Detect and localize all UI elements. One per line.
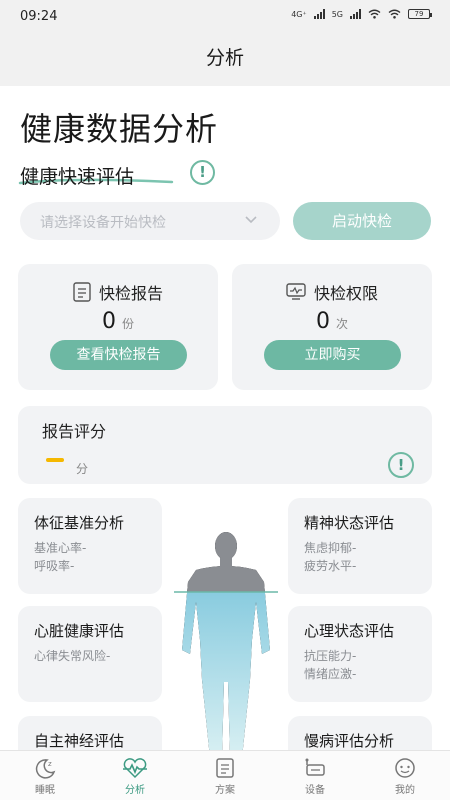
battery-icon: 79 (408, 9, 432, 19)
tab-label: 睡眠 (35, 785, 55, 796)
eval-title: 慢病评估分析 (304, 732, 395, 750)
status-bar: 09:24 4G⁺ 5G 79 (0, 0, 450, 34)
wifi-icon-2 (388, 9, 401, 19)
device-select-placeholder: 请选择设备开始快检 (40, 215, 166, 231)
status-time: 09:24 (20, 9, 58, 24)
eval-title: 心理状态评估 (304, 622, 395, 640)
nav-bar: 分析 (0, 34, 450, 86)
eval-title: 自主神经评估 (34, 732, 125, 750)
tab-device[interactable]: 设备 (270, 751, 360, 800)
quick-eval-title: 健康快速评估 (20, 166, 135, 188)
eval-card-heart-health[interactable]: 心脏健康评估 心律失常风险- (18, 606, 162, 702)
quick-permission-header: 快检权限 (232, 280, 432, 304)
eval-line: 基准心率- (34, 541, 87, 555)
moon-icon: z (35, 759, 56, 779)
eval-title: 心脏健康评估 (34, 622, 125, 640)
buy-now-button[interactable]: 立即购买 (264, 340, 401, 370)
eval-line: 呼吸率- (34, 559, 75, 573)
eval-title: 体征基准分析 (34, 514, 125, 532)
eval-card-psychological-state[interactable]: 心理状态评估 抗压能力- 情绪应激- (288, 606, 432, 702)
main-content[interactable]: 健康数据分析 健康快速评估 ! 请选择设备开始快检 启动快检 快检报告 0份 查… (0, 86, 450, 750)
heartbeat-icon (123, 758, 147, 779)
quick-permission-count: 0 (315, 309, 330, 334)
eval-card-chronic-disease[interactable]: 慢病评估分析 (288, 716, 432, 750)
tab-sleep[interactable]: z 睡眠 (0, 751, 90, 800)
eval-line: 焦虑抑郁- (304, 541, 357, 555)
network-4g-label: 4G⁺ (291, 9, 307, 19)
report-score-empty-dash (46, 458, 64, 462)
eval-card-vital-signs[interactable]: 体征基准分析 基准心率- 呼吸率- (18, 498, 162, 594)
tab-analysis[interactable]: 分析 (90, 751, 180, 800)
profile-icon (395, 758, 415, 778)
report-score-card: 报告评分 分 ! (18, 406, 432, 484)
wifi-icon (368, 9, 381, 19)
signal-icon (313, 9, 325, 19)
report-score-title: 报告评分 (42, 422, 107, 441)
tab-label: 我的 (395, 785, 415, 796)
eval-title: 精神状态评估 (304, 514, 395, 532)
quick-report-unit: 份 (121, 317, 134, 331)
start-quick-check-button[interactable]: 启动快检 (293, 202, 431, 240)
quick-permission-value-row: 0次 (232, 309, 432, 334)
tab-label: 方案 (215, 785, 235, 796)
tab-profile[interactable]: 我的 (360, 751, 450, 800)
status-icons: 4G⁺ 5G 79 (291, 9, 432, 19)
eval-card-autonomic-nerve[interactable]: 自主神经评估 (18, 716, 162, 750)
nav-title: 分析 (205, 47, 244, 69)
quick-report-count: 0 (101, 309, 116, 334)
signal-icon-2 (350, 9, 361, 19)
eval-line: 疲劳水平- (304, 559, 357, 573)
info-icon[interactable]: ! (388, 452, 414, 478)
quick-report-value-row: 0份 (18, 309, 218, 334)
quick-report-card: 快检报告 0份 查看快检报告 (18, 264, 218, 390)
view-report-button[interactable]: 查看快检报告 (50, 340, 187, 370)
report-score-unit: 分 (76, 462, 89, 476)
tab-label: 设备 (305, 785, 325, 796)
monitor-icon (286, 283, 306, 300)
info-icon[interactable]: ! (190, 160, 215, 185)
svg-text:z: z (48, 760, 52, 768)
tab-plan[interactable]: 方案 (180, 751, 270, 800)
quick-report-title: 快检报告 (98, 284, 163, 303)
network-5g-label: 5G (331, 9, 343, 19)
quick-report-header: 快检报告 (18, 280, 218, 304)
chevron-down-icon (245, 216, 257, 224)
eval-line: 心律失常风险- (34, 649, 111, 663)
eval-line: 抗压能力- (304, 649, 357, 663)
quick-permission-card: 快检权限 0次 立即购买 (232, 264, 432, 390)
human-body-illustration (174, 532, 278, 750)
report-icon (73, 282, 91, 302)
document-icon (216, 758, 234, 778)
page-title: 健康数据分析 (20, 110, 219, 148)
quick-permission-title: 快检权限 (313, 284, 378, 303)
eval-line: 情绪应激- (304, 667, 357, 681)
quick-permission-unit: 次 (335, 317, 348, 331)
device-icon (305, 758, 325, 776)
eval-card-mental-state[interactable]: 精神状态评估 焦虑抑郁- 疲劳水平- (288, 498, 432, 594)
tab-label: 分析 (125, 785, 145, 796)
bottom-tab-bar: z 睡眠 分析 方案 设备 我的 (0, 750, 450, 800)
device-select[interactable]: 请选择设备开始快检 (20, 202, 280, 240)
